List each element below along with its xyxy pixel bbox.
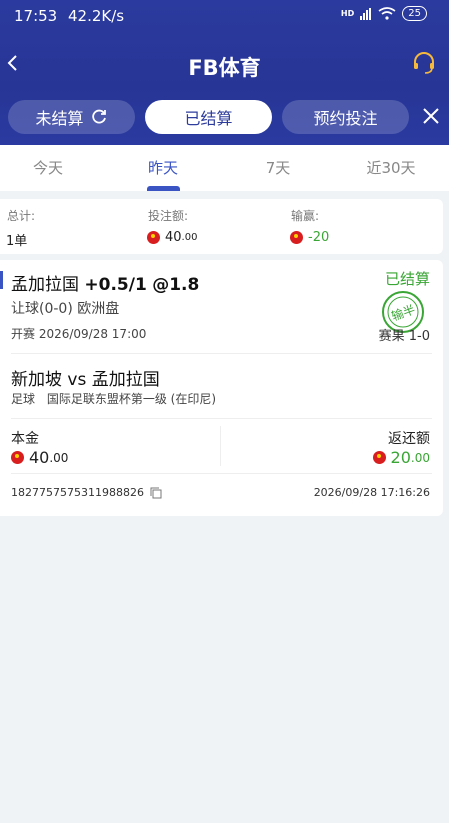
- total-value: 1单: [6, 234, 28, 249]
- winloss-amount: -20: [308, 230, 330, 245]
- order-id-row: 1827757575311988826: [11, 486, 162, 499]
- tab-7days[interactable]: 7天: [222, 157, 334, 178]
- sport-name: 足球: [11, 392, 36, 406]
- bet-amount-main: 40: [165, 230, 182, 245]
- headset-icon[interactable]: [411, 50, 437, 76]
- vertical-divider: [220, 426, 221, 466]
- stamp-text: 输半: [389, 301, 417, 323]
- tab-label: 未结算: [35, 109, 84, 128]
- principal-main: 40: [29, 448, 50, 467]
- total-label: 总计:: [7, 209, 36, 223]
- selection-title: 孟加拉国 +0.5/1 @1.8: [11, 270, 199, 295]
- divider: [11, 418, 432, 419]
- currency-icon: [147, 231, 160, 244]
- return-value: 20.00: [372, 448, 430, 467]
- principal-label: 本金: [11, 431, 39, 447]
- copy-icon[interactable]: [150, 487, 162, 499]
- bars-icon: [360, 7, 372, 20]
- winloss-label: 输赢:: [291, 209, 320, 223]
- odds: @1.8: [152, 275, 200, 295]
- bet-amount-label: 投注额:: [148, 209, 189, 223]
- currency-icon: [11, 451, 24, 464]
- settled-status: 已结算: [384, 270, 430, 288]
- settlement-tabs: 未结算 已结算 预约投注: [0, 98, 449, 136]
- tab-30days[interactable]: 近30天: [335, 157, 447, 178]
- header: 17:53 42.2K/s HD 25 FB体育 未结算 已结算 预约投注: [0, 0, 449, 145]
- tab-yesterday[interactable]: 昨天: [107, 157, 219, 178]
- active-tab-indicator: [147, 186, 180, 191]
- return-label: 返还额: [388, 431, 430, 447]
- network-speed: 42.2K/s: [68, 7, 125, 25]
- bet-amount-value: 40.00: [147, 230, 197, 245]
- bet-amount-decimal: .00: [181, 232, 198, 243]
- tab-label: 预约投注: [313, 109, 378, 128]
- status-time: 17:53: [14, 7, 58, 25]
- currency-icon: [290, 231, 303, 244]
- summary-panel: 总计: 1单 投注额: 40.00 输赢: -20: [0, 199, 443, 254]
- currency-icon: [372, 451, 386, 464]
- match-result: 赛果 1-0: [378, 329, 430, 344]
- signal-icon: HD: [340, 9, 355, 18]
- principal-decimal: .00: [49, 450, 69, 465]
- bet-timestamp: 2026/09/28 17:16:26: [313, 486, 430, 499]
- order-id: 1827757575311988826: [11, 486, 144, 499]
- match-teams: 新加坡 vs 孟加拉国: [11, 370, 160, 390]
- return-decimal: .00: [410, 450, 430, 465]
- league-info: 足球 国际足联东盟杯第一级 (在印尼): [11, 390, 216, 407]
- divider: [11, 473, 432, 474]
- date-tabs: 今天 昨天 7天 近30天: [0, 145, 449, 191]
- card-accent-bar: [0, 271, 3, 289]
- divider: [11, 353, 432, 354]
- bet-card[interactable]: 孟加拉国 +0.5/1 @1.8 已结算 输半 让球(0-0) 欧洲盘 开赛 2…: [0, 260, 443, 516]
- kickoff-time: 开赛 2026/09/28 17:00: [11, 327, 147, 341]
- return-main: 20: [390, 448, 411, 467]
- tab-unsettled[interactable]: 未结算: [8, 100, 135, 134]
- principal-value: 40.00: [11, 448, 68, 467]
- tab-reserved[interactable]: 预约投注: [282, 100, 409, 134]
- status-bar: 17:53 42.2K/s HD 25: [0, 0, 449, 32]
- page-title: FB体育: [188, 56, 261, 80]
- handicap: +0.5/1: [84, 275, 147, 295]
- market-type: 让球(0-0) 欧洲盘: [11, 301, 120, 317]
- tab-settled[interactable]: 已结算: [145, 100, 272, 134]
- battery-icon: 25: [402, 6, 427, 21]
- status-icons: HD 25: [341, 6, 427, 21]
- title-bar: FB体育: [0, 40, 449, 90]
- tab-label: 已结算: [184, 109, 233, 128]
- selection-team: 孟加拉国: [11, 275, 79, 295]
- league-name: 国际足联东盟杯第一级 (在印尼): [46, 392, 217, 406]
- close-icon[interactable]: [421, 106, 441, 126]
- wifi-icon: [378, 7, 396, 20]
- refresh-icon[interactable]: [90, 108, 108, 126]
- winloss-value: -20: [290, 230, 329, 245]
- tab-today[interactable]: 今天: [0, 157, 104, 178]
